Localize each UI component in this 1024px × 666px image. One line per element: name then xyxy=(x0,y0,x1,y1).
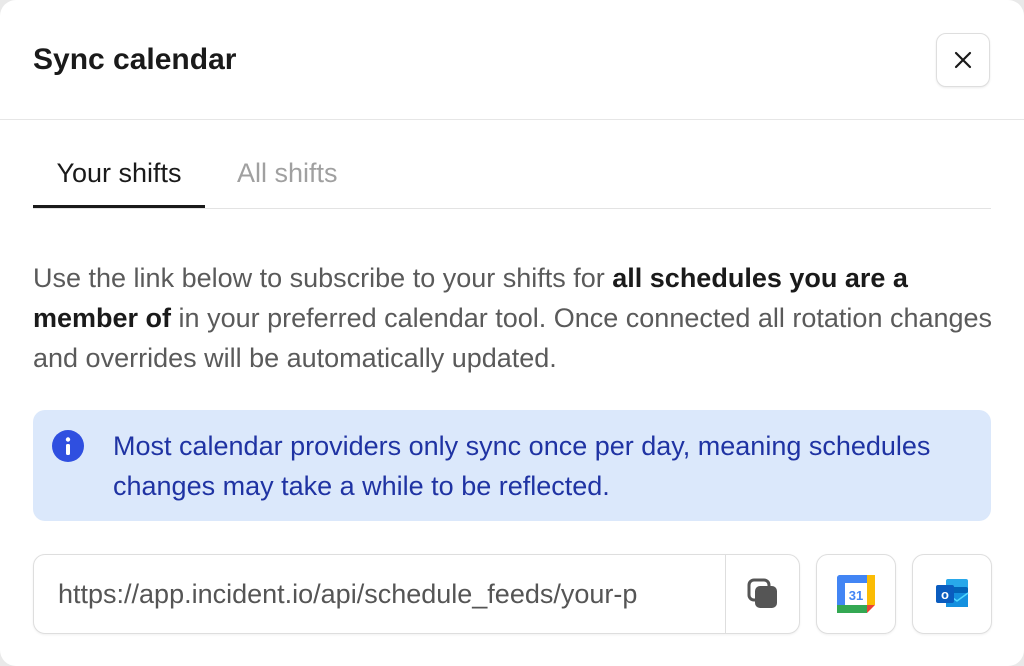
description-part-2: in your preferred calendar tool. Once co… xyxy=(33,303,993,373)
sync-calendar-dialog: Sync calendar Your shifts All shifts Use… xyxy=(0,0,1024,666)
description-text: Use the link below to subscribe to your … xyxy=(33,258,993,378)
description-part-1: Use the link below to subscribe to your … xyxy=(33,263,613,293)
feed-url-field xyxy=(33,554,800,634)
outlook-icon: o xyxy=(936,579,969,607)
close-button[interactable] xyxy=(936,33,990,87)
dialog-header: Sync calendar xyxy=(0,0,1024,120)
outlook-button[interactable]: o xyxy=(912,554,992,634)
info-icon xyxy=(52,430,84,462)
copy-url-button[interactable] xyxy=(725,555,800,633)
close-icon xyxy=(954,51,972,69)
google-calendar-icon: 31 xyxy=(837,575,875,613)
tab-bar: Your shifts All shifts xyxy=(33,140,991,209)
tab-your-shifts[interactable]: Your shifts xyxy=(33,140,205,208)
copy-icon xyxy=(747,578,777,608)
outlook-letter: o xyxy=(941,587,949,602)
info-callout: Most calendar providers only sync once p… xyxy=(33,410,991,521)
google-calendar-day: 31 xyxy=(849,588,863,603)
feed-url-input[interactable] xyxy=(34,555,725,633)
callout-message: Most calendar providers only sync once p… xyxy=(113,431,931,501)
google-calendar-button[interactable]: 31 xyxy=(816,554,896,634)
tab-all-shifts[interactable]: All shifts xyxy=(237,140,338,208)
dialog-title: Sync calendar xyxy=(33,43,237,76)
